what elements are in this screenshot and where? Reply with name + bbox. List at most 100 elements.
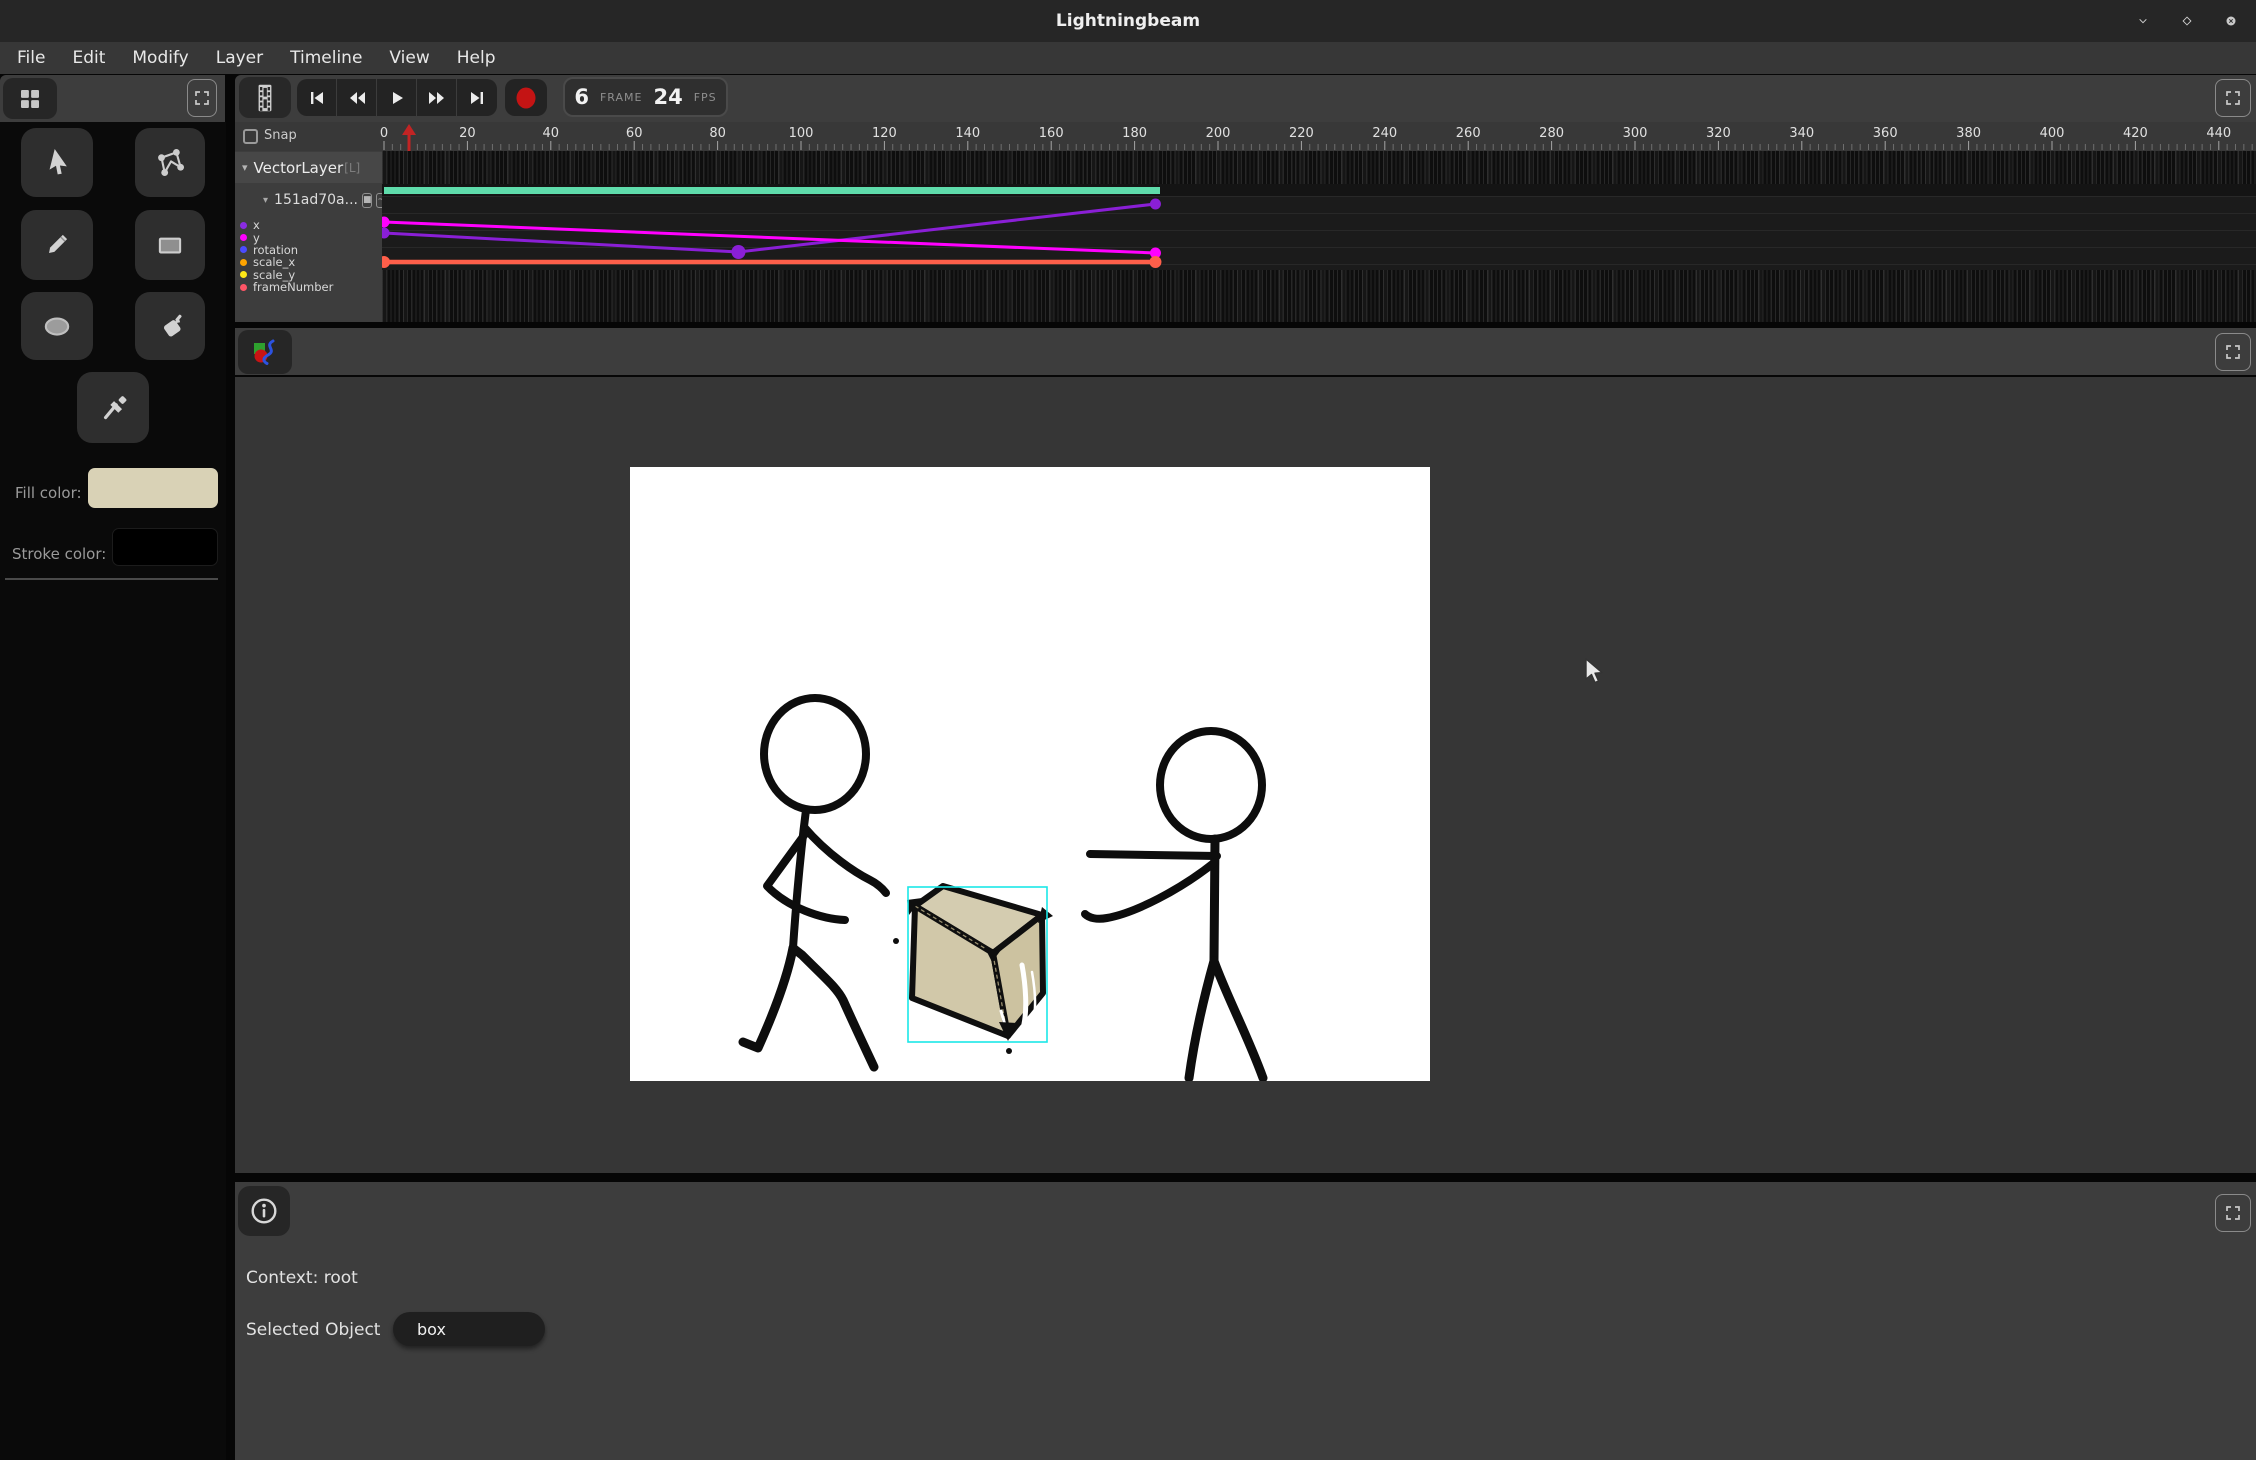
skip-to-end-button[interactable] [457, 79, 497, 116]
keyframe-dot-x[interactable] [1150, 199, 1161, 210]
menu-item-file[interactable]: File [13, 46, 49, 70]
layer-frames-band[interactable] [382, 151, 2256, 184]
menu-item-timeline[interactable]: Timeline [286, 46, 366, 70]
stick-figure-left[interactable] [743, 698, 886, 1067]
clip-extent-bar[interactable] [384, 187, 1160, 194]
keyframe-dot-frameNumber[interactable] [1149, 256, 1161, 268]
keyframe-dot-y[interactable] [382, 217, 390, 228]
property-name: frameNumber [253, 280, 333, 294]
timeline-expand-button[interactable] [2215, 79, 2251, 117]
keyframe-dot-x[interactable] [731, 245, 745, 259]
scene-button[interactable] [238, 330, 292, 374]
tool-paint-bucket-button[interactable] [135, 292, 205, 360]
ruler-label: 20 [459, 126, 476, 141]
selected-object-value: box [417, 1320, 446, 1339]
ruler-label: 240 [1372, 126, 1397, 141]
window-title: Lightningbeam [0, 0, 2256, 42]
keyframe-dot-frameNumber[interactable] [382, 256, 390, 268]
ruler-label: 120 [872, 126, 897, 141]
property-color-dot [240, 234, 247, 241]
property-row-frameNumber[interactable]: frameNumber [235, 281, 382, 293]
select-arrow-icon [40, 146, 74, 180]
property-row-scale_y[interactable]: scale_y [235, 269, 382, 281]
menu-item-help[interactable]: Help [453, 46, 500, 70]
tool-pencil-button[interactable] [21, 210, 93, 280]
info-button[interactable] [238, 1186, 290, 1236]
property-color-dot [240, 222, 247, 229]
collapse-arrow-icon[interactable]: ▾ [263, 195, 268, 206]
skip-to-start-icon [308, 90, 326, 106]
object-row[interactable]: ▾ 151ad70a... ■ ~ [235, 185, 382, 215]
stage[interactable] [630, 467, 1430, 1081]
frames-band[interactable] [382, 270, 2256, 322]
grid-icon [21, 90, 39, 108]
tools-panel: Fill color: Stroke color: [0, 122, 226, 1460]
expand-icon [2225, 344, 2241, 360]
property-row-x[interactable]: x [235, 219, 382, 231]
ruler-label: 0 [380, 126, 388, 141]
timeline-tracks[interactable] [382, 151, 2256, 322]
record-icon [515, 86, 537, 110]
play-button[interactable] [377, 79, 417, 116]
collapse-arrow-icon[interactable]: ▾ [242, 161, 248, 174]
selected-object-field[interactable]: box [393, 1312, 545, 1346]
canvas-expand-button[interactable] [2215, 333, 2251, 371]
fast-forward-button[interactable] [417, 79, 457, 116]
canvas-toolbar [235, 328, 2256, 375]
box-object[interactable] [893, 886, 1053, 1054]
playhead[interactable] [402, 124, 416, 151]
tool-transform-button[interactable] [135, 128, 205, 197]
tool-rectangle-button[interactable] [135, 210, 205, 280]
property-row-rotation[interactable]: rotation [235, 244, 382, 256]
ruler-label: 440 [2206, 126, 2231, 141]
ellipse-icon [40, 309, 74, 343]
ruler-label: 280 [1539, 126, 1564, 141]
ruler-label: 140 [955, 126, 980, 141]
play-icon [388, 90, 406, 106]
keyframe-display-button[interactable]: ■ [362, 193, 373, 208]
rewind-button[interactable] [337, 79, 377, 116]
expand-icon [194, 90, 210, 106]
keyframe-graph[interactable] [382, 196, 2256, 270]
fps-unit-label: FPS [694, 91, 717, 104]
ruler-label: 420 [2123, 126, 2148, 141]
menu-item-modify[interactable]: Modify [128, 46, 192, 70]
ruler-label: 380 [1956, 126, 1981, 141]
menu-item-view[interactable]: View [385, 46, 433, 70]
panel-grid-button[interactable] [3, 78, 57, 119]
stroke-color-label: Stroke color: [12, 545, 106, 563]
minimize-button[interactable] [2132, 10, 2154, 32]
maximize-button[interactable] [2176, 10, 2198, 32]
record-button[interactable] [505, 79, 547, 116]
canvas-area[interactable] [235, 377, 2256, 1173]
film-strip-button[interactable] [239, 77, 291, 118]
layer-row-vectorlayer[interactable]: ▾ VectorLayer [L] [235, 152, 382, 183]
ruler-label: 80 [709, 126, 726, 141]
property-row-y[interactable]: y [235, 231, 382, 243]
keyframe-dot-x[interactable] [382, 228, 390, 239]
pencil-icon [40, 228, 74, 262]
tools-expand-button[interactable] [187, 79, 217, 117]
layer-panel: ▾ VectorLayer [L] ▾ 151ad70a... ■ ~ xyro… [235, 151, 382, 322]
skip-to-start-button[interactable] [297, 79, 337, 116]
timeline-ruler[interactable]: 0204060801001201401601802002202402602803… [235, 122, 2256, 151]
inspector-expand-button[interactable] [2215, 1194, 2251, 1232]
close-button[interactable] [2220, 10, 2242, 32]
property-row-scale_x[interactable]: scale_x [235, 256, 382, 268]
fill-color-swatch[interactable] [88, 468, 218, 508]
menu-item-layer[interactable]: Layer [212, 46, 267, 70]
rectangle-icon [153, 228, 187, 262]
clip-track[interactable] [382, 184, 2256, 196]
frame-counter[interactable]: 6 FRAME 24 FPS [563, 77, 728, 117]
ruler-label: 220 [1289, 126, 1314, 141]
menu-item-edit[interactable]: Edit [68, 46, 109, 70]
tool-eyedropper-button[interactable] [77, 372, 149, 443]
expand-icon [2225, 90, 2241, 106]
inspector-panel: Context: root Selected Object box [235, 1182, 2256, 1460]
stick-figure-right[interactable] [1085, 731, 1263, 1078]
tool-select-button[interactable] [21, 128, 93, 197]
rewind-icon [348, 90, 366, 106]
tool-ellipse-button[interactable] [21, 292, 93, 360]
stroke-color-swatch[interactable] [112, 528, 218, 566]
keyframe-curves[interactable] [382, 196, 2256, 270]
